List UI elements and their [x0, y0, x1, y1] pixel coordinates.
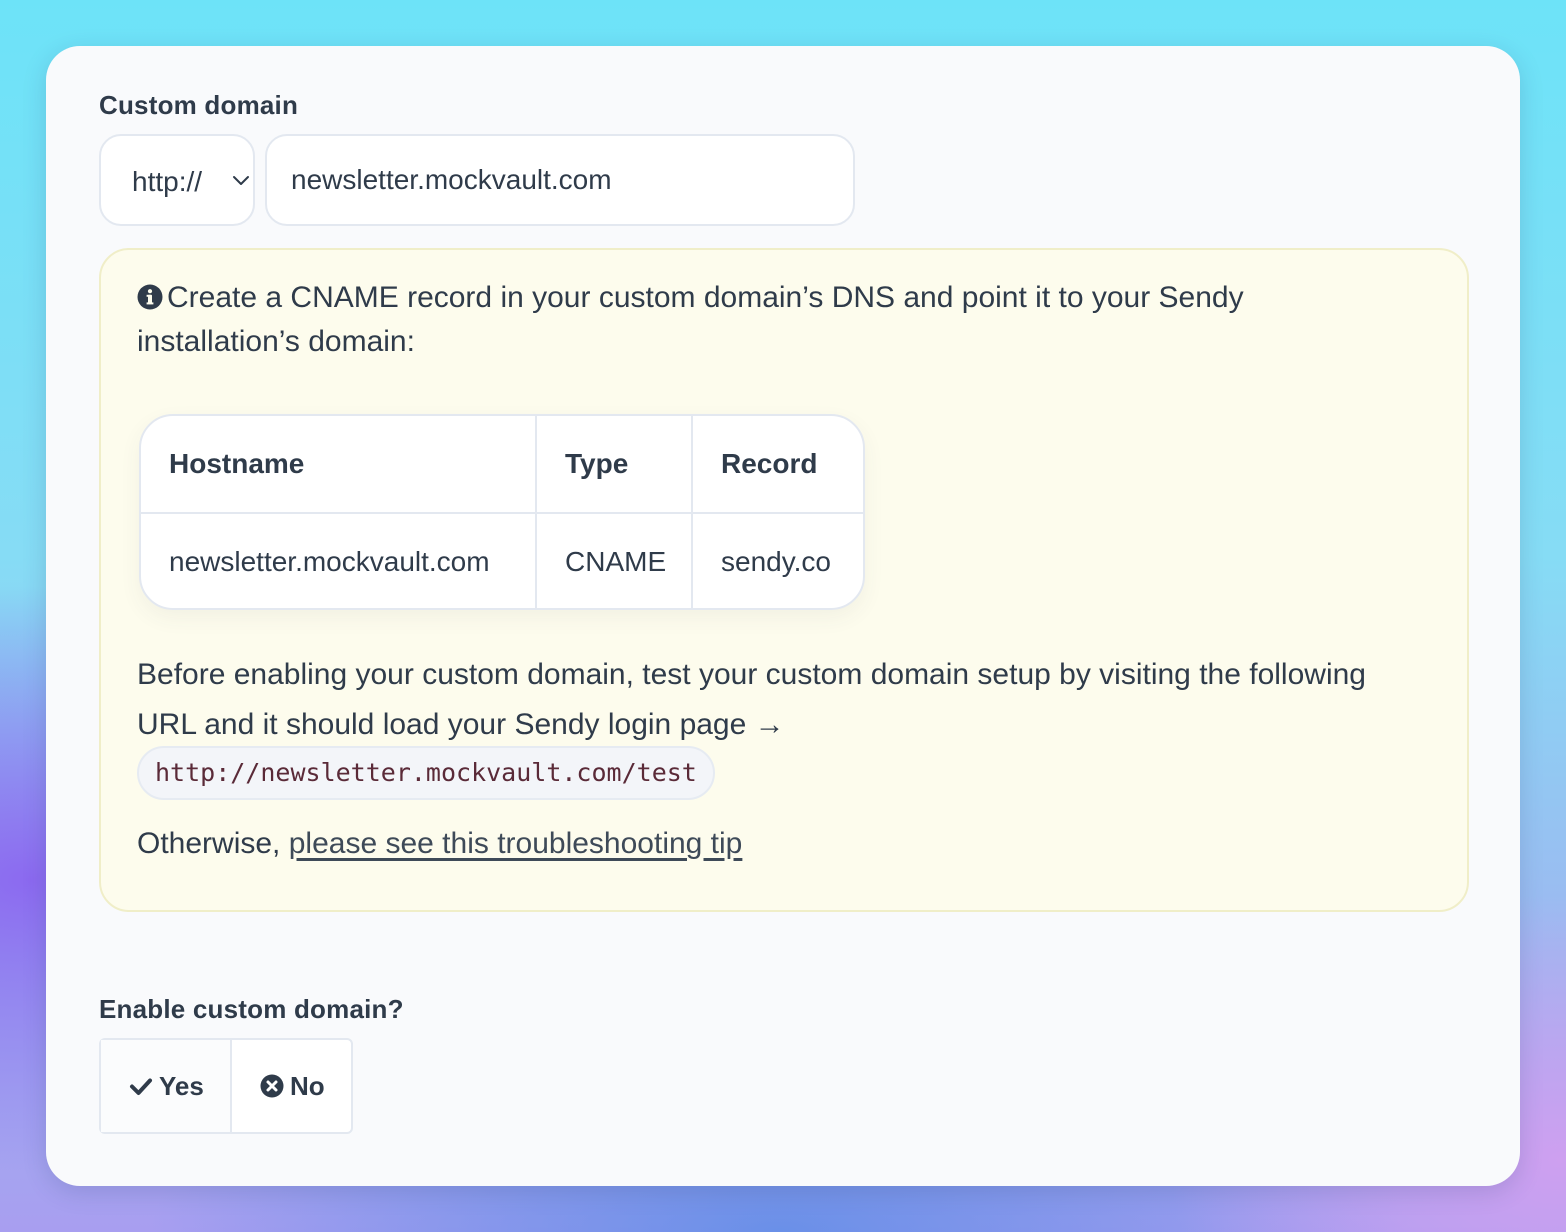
no-button[interactable]: No: [232, 1040, 351, 1132]
troubleshooting-line: Otherwise, please see this troubleshooti…: [137, 822, 742, 866]
enable-custom-domain-label: Enable custom domain?: [99, 994, 404, 1024]
hostname-cell: newsletter.mockvault.com: [141, 513, 537, 608]
column-header-type: Type: [536, 416, 693, 514]
table-row: newsletter.mockvault.com CNAME sendy.co: [141, 513, 863, 608]
protocol-select[interactable]: http://: [99, 134, 255, 226]
info-circle-icon: [137, 284, 163, 310]
yes-label: Yes: [159, 1070, 204, 1101]
protocol-select-value: http://: [132, 166, 203, 197]
cname-instructions: Create a CNAME record in your custom dom…: [137, 276, 1297, 364]
cname-notice-box: Create a CNAME record in your custom dom…: [99, 248, 1469, 912]
settings-card: Custom domain http:// Create a CNAME rec…: [46, 46, 1520, 1186]
test-setup-instructions: Before enabling your custom domain, test…: [137, 658, 1366, 741]
table-header-row: Hostname Type Record: [141, 416, 863, 514]
cname-instructions-text: Create a CNAME record in your custom dom…: [137, 281, 1244, 358]
enable-toggle-group: Yes No: [99, 1038, 353, 1134]
record-cell: sendy.co: [721, 546, 831, 577]
custom-domain-input[interactable]: [265, 134, 855, 226]
otherwise-prefix: Otherwise,: [137, 827, 281, 860]
type-cell: CNAME: [536, 513, 693, 608]
checkmark-icon: [130, 1078, 152, 1095]
custom-domain-label: Custom domain: [99, 90, 299, 120]
troubleshooting-tip-link[interactable]: please see this troubleshooting tip: [289, 827, 743, 860]
column-header-hostname: Hostname: [141, 416, 537, 514]
dns-record-table: Hostname Type Record newsletter.mockvaul…: [139, 414, 865, 610]
column-header-record: Record: [692, 416, 863, 514]
chevron-down-icon: [233, 176, 249, 185]
yes-button[interactable]: Yes: [101, 1040, 232, 1132]
no-label: No: [290, 1070, 325, 1101]
x-circle-icon: [260, 1074, 284, 1098]
test-url-code: http://newsletter.mockvault.com/test: [137, 746, 715, 800]
